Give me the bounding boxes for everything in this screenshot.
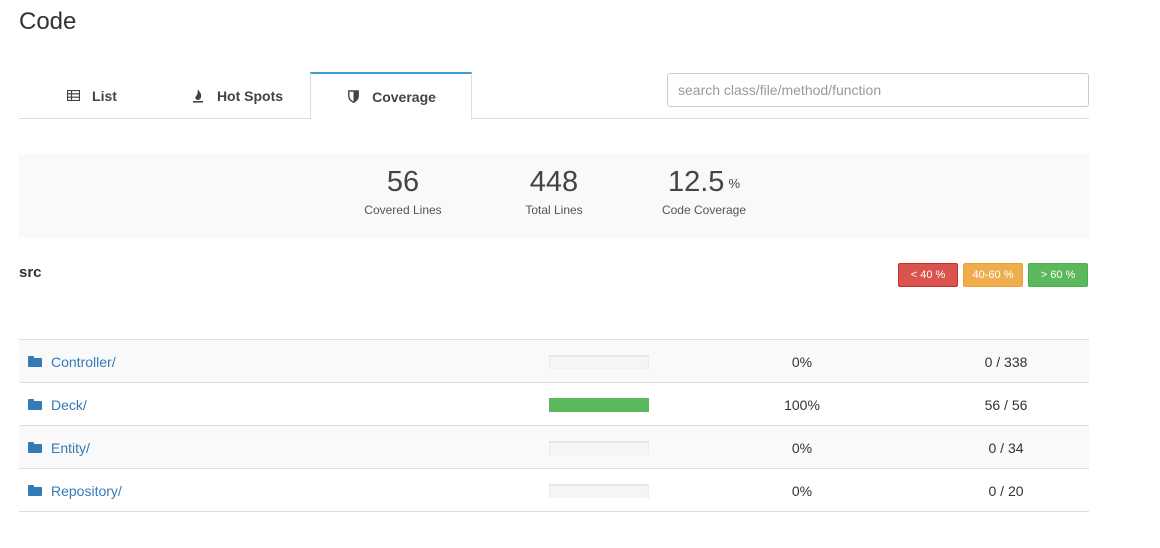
table-row: Controller/ 0% 0 / 338 [19, 340, 1089, 383]
fire-icon [191, 88, 205, 103]
tab-list[interactable]: List [19, 72, 164, 119]
total-lines-label: Total Lines [525, 203, 583, 217]
tab-hot-spots-label: Hot Spots [216, 87, 284, 104]
coverage-lines: 0 / 34 [988, 439, 1024, 456]
tab-coverage[interactable]: Coverage [310, 72, 472, 120]
search-input[interactable] [667, 73, 1089, 107]
table-row: Entity/ 0% 0 / 34 [19, 426, 1089, 469]
stat-covered-lines: 56 Covered Lines [353, 166, 453, 217]
covered-lines-label: Covered Lines [364, 203, 442, 217]
coverage-bar [549, 355, 649, 369]
table-row: Deck/ 100% 56 / 56 [19, 383, 1089, 426]
folder-icon [28, 399, 42, 410]
code-coverage-unit: % [728, 176, 740, 191]
coverage-percent: 0% [791, 439, 813, 456]
coverage-percent: 100% [784, 396, 820, 413]
section-title: src [19, 264, 42, 281]
coverage-bar [549, 484, 649, 498]
coverage-bar [549, 441, 649, 455]
coverage-table: Controller/ 0% 0 / 338 Deck/ 100% 56 / 5… [19, 339, 1089, 512]
legend-mid-badge: 40-60 % [963, 263, 1023, 287]
legend-high-badge: > 60 % [1028, 263, 1088, 287]
folder-link[interactable]: Repository/ [28, 469, 122, 512]
folder-link[interactable]: Controller/ [28, 340, 116, 383]
stat-code-coverage: 12.5% Code Coverage [649, 166, 759, 217]
legend-low-badge: < 40 % [898, 263, 958, 287]
covered-lines-value: 56 [386, 166, 420, 198]
tab-list-label: List [92, 87, 117, 104]
folder-name: Controller/ [51, 353, 116, 370]
folder-name: Repository/ [51, 482, 122, 499]
coverage-lines: 56 / 56 [984, 396, 1028, 413]
folder-name: Entity/ [51, 439, 90, 456]
coverage-lines: 0 / 20 [988, 482, 1024, 499]
stat-total-lines: 448 Total Lines [504, 166, 604, 217]
table-icon [66, 89, 80, 103]
coverage-lines: 0 / 338 [984, 353, 1028, 370]
tab-hot-spots[interactable]: Hot Spots [164, 72, 310, 119]
code-coverage-label: Code Coverage [661, 203, 747, 217]
total-lines-value: 448 [529, 166, 579, 198]
folder-icon [28, 442, 42, 453]
page-title: Code [19, 8, 77, 35]
coverage-bar-fill [549, 398, 649, 412]
coverage-percent: 0% [791, 353, 813, 370]
folder-link[interactable]: Deck/ [28, 383, 87, 426]
stats-panel: 56 Covered Lines 448 Total Lines 12.5% C… [19, 154, 1089, 238]
coverage-bar [549, 398, 649, 412]
table-row: Repository/ 0% 0 / 20 [19, 469, 1089, 512]
folder-name: Deck/ [51, 396, 87, 413]
folder-link[interactable]: Entity/ [28, 426, 90, 469]
folder-icon [28, 356, 42, 367]
tab-coverage-label: Coverage [372, 88, 436, 105]
code-coverage-value: 12.5 [667, 166, 725, 198]
folder-icon [28, 485, 42, 496]
coverage-percent: 0% [791, 482, 813, 499]
shield-icon [346, 90, 360, 104]
